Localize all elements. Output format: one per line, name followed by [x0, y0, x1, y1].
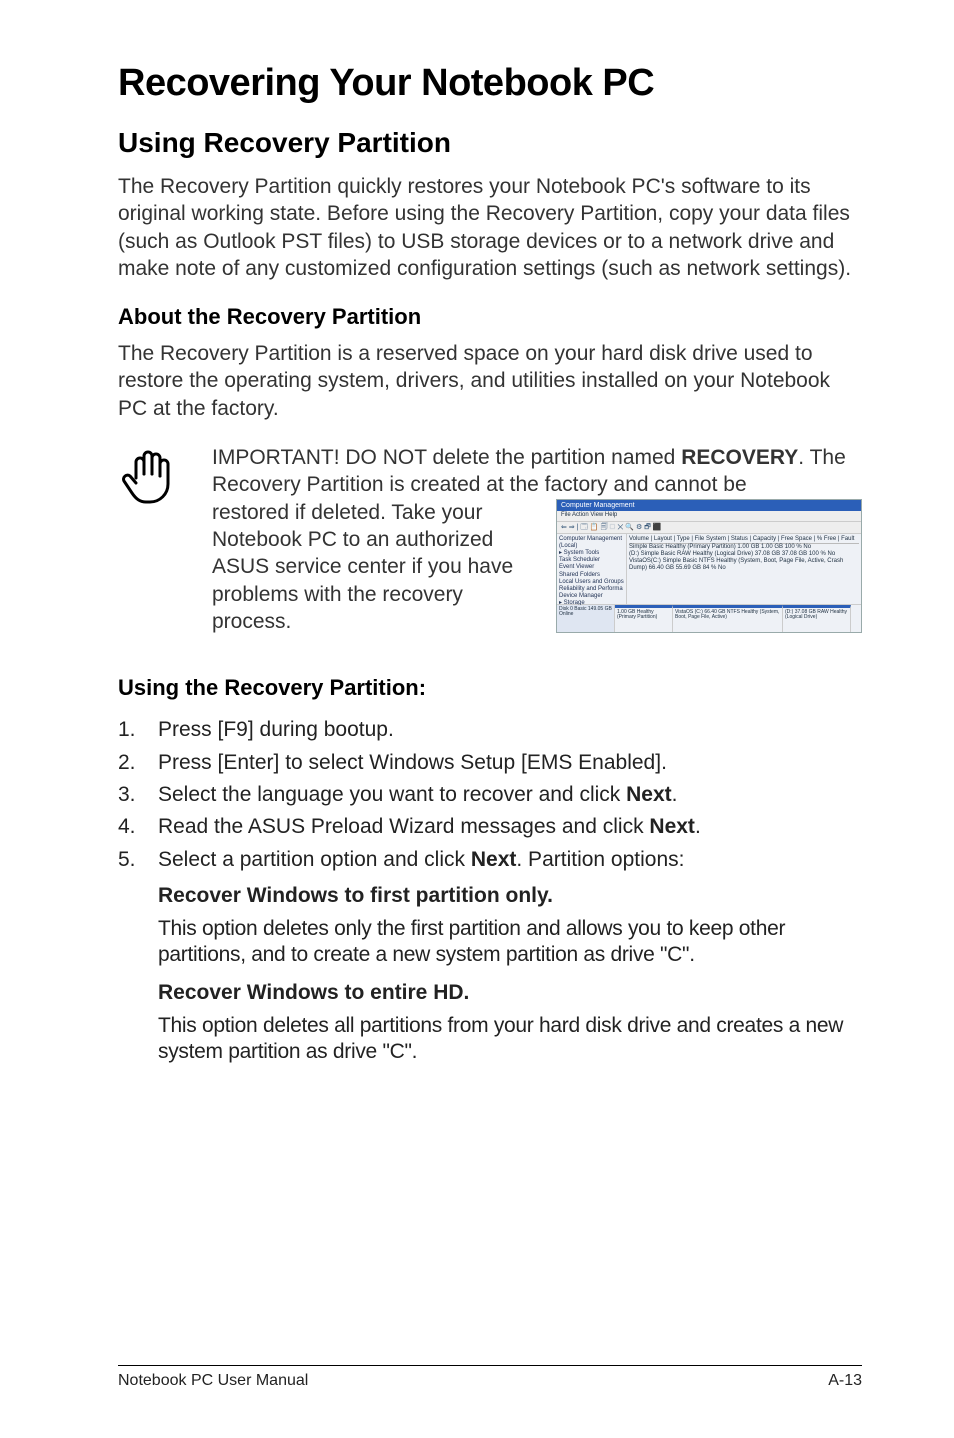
hand-stop-icon	[118, 444, 190, 513]
callout-line2: restored if deleted. Take your Notebook …	[212, 499, 542, 635]
thumb-toolbar: ⇐ ⇒ | 🗔 📋 🗐 ⬚ ✕ 🔍 ⚙ 🗗 ⬛	[557, 522, 861, 534]
thumb-disk-map: Disk 0 Basic 149.05 GB Online 1.00 GB He…	[557, 604, 861, 632]
step-4: 4.Read the ASUS Preload Wizard messages …	[118, 812, 862, 842]
section-heading-about: About the Recovery Partition	[118, 304, 862, 330]
option-2-title: Recover Windows to entire HD.	[158, 978, 862, 1008]
callout-text-b: RECOVERY	[681, 446, 798, 469]
option-1-title: Recover Windows to first partition only.	[158, 881, 862, 911]
section-para-about: The Recovery Partition is a reserved spa…	[118, 340, 862, 422]
page-footer: Notebook PC User Manual A-13	[118, 1365, 862, 1390]
callout-line1: IMPORTANT! DO NOT delete the partition n…	[212, 444, 862, 499]
page-title: Recovering Your Notebook PC	[118, 62, 862, 105]
thumb-legend: Unallocated Primary partition Extended p…	[557, 632, 861, 633]
footer-left: Notebook PC User Manual	[118, 1372, 308, 1390]
steps-list: 1.Press [F9] during bootup. 2.Press [Ent…	[118, 715, 862, 1075]
steps-heading: Using the Recovery Partition:	[118, 675, 862, 701]
step-1: 1.Press [F9] during bootup.	[118, 715, 862, 745]
important-callout: IMPORTANT! DO NOT delete the partition n…	[118, 444, 862, 635]
callout-text-a: IMPORTANT! DO NOT delete the partition n…	[212, 446, 681, 469]
thumb-titlebar: Computer Management	[557, 500, 861, 511]
step-5: 5. Select a partition option and click N…	[118, 845, 862, 1075]
step-2: 2.Press [Enter] to select Windows Setup …	[118, 748, 862, 778]
step-3: 3.Select the language you want to recove…	[118, 780, 862, 810]
thumb-volume-list: Volume | Layout | Type | File System | S…	[627, 534, 861, 604]
option-2-desc: This option deletes all partitions from …	[158, 1013, 862, 1066]
thumb-menubar: File Action View Help	[557, 511, 861, 522]
disk-management-screenshot: Computer Management File Action View Hel…	[556, 499, 862, 633]
thumb-disk-label: Disk 0 Basic 149.05 GB Online	[557, 605, 615, 632]
footer-right: A-13	[828, 1372, 862, 1390]
section-heading-using: Using Recovery Partition	[118, 127, 862, 159]
option-1-desc: This option deletes only the first parti…	[158, 916, 862, 969]
thumb-tree: Computer Management (Local)▸ System Tool…	[557, 534, 627, 604]
section-para-using: The Recovery Partition quickly restores …	[118, 173, 862, 282]
